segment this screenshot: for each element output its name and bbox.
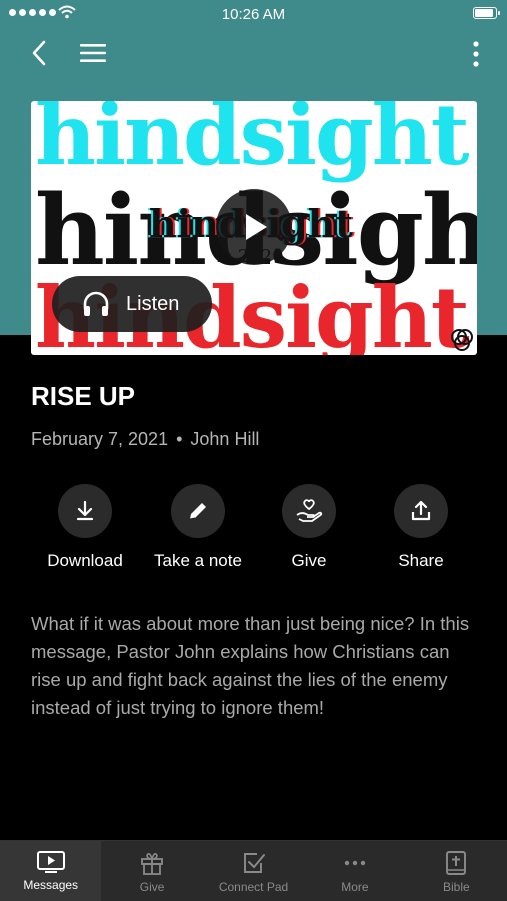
status-time: 10:26 AM xyxy=(221,6,286,23)
listen-label: Listen xyxy=(126,292,180,315)
tab-give-label: Give xyxy=(139,880,165,894)
give-button[interactable]: Give xyxy=(253,484,365,571)
tab-messages[interactable]: Messages xyxy=(0,841,102,901)
message-description: What if it was about more than just bein… xyxy=(31,613,470,718)
church-logo-icon xyxy=(451,329,473,351)
message-title: RISE UP xyxy=(31,381,136,411)
headphones-icon xyxy=(83,291,109,316)
tab-give[interactable]: Give xyxy=(101,841,202,901)
listen-button[interactable]: Listen xyxy=(52,276,212,332)
take-note-button[interactable]: Take a note xyxy=(142,484,254,571)
tab-messages-label: Messages xyxy=(23,878,79,892)
share-icon xyxy=(411,500,431,521)
tab-more[interactable]: More xyxy=(304,841,405,901)
download-icon xyxy=(76,500,94,521)
take-note-label: Take a note xyxy=(154,551,242,570)
ellipsis-icon xyxy=(344,860,366,866)
tab-bible-label: Bible xyxy=(442,880,470,894)
bible-icon xyxy=(446,851,467,875)
message-meta: February 7, 2021 • John Hill xyxy=(31,429,259,450)
action-row: Download Take a note Give Share xyxy=(31,484,477,574)
download-circle xyxy=(58,484,112,538)
status-bar: 10:26 AM xyxy=(0,0,507,28)
share-button[interactable]: Share xyxy=(365,484,477,571)
video-screen-icon xyxy=(36,851,65,873)
message-date: February 7, 2021 xyxy=(31,429,169,449)
bottom-tab-bar: Messages Give Connect Pad More Bible xyxy=(0,840,507,901)
give-circle xyxy=(282,484,336,538)
hamburger-menu-icon[interactable] xyxy=(78,41,108,65)
tab-connect-pad-label: Connect Pad xyxy=(218,880,289,894)
top-nav xyxy=(0,36,507,70)
checkbox-icon xyxy=(243,853,265,873)
gift-icon xyxy=(141,853,164,875)
meta-separator: • xyxy=(176,429,183,449)
take-note-circle xyxy=(171,484,225,538)
tab-more-label: More xyxy=(341,880,369,894)
tab-bible[interactable]: Bible xyxy=(406,841,507,901)
battery-icon xyxy=(473,7,500,19)
message-speaker: John Hill xyxy=(190,429,260,449)
share-circle xyxy=(394,484,448,538)
play-button[interactable] xyxy=(216,189,292,265)
share-label: Share xyxy=(398,551,444,570)
pencil-icon xyxy=(189,503,206,520)
artwork-word-cyan: hindsight xyxy=(35,101,470,184)
give-label: Give xyxy=(291,551,327,570)
sermon-artwork: hindsight hindsight hindsight hindsight … xyxy=(31,101,477,355)
download-label: Download xyxy=(47,551,123,570)
give-hand-heart-icon xyxy=(296,499,323,522)
back-arrow-icon[interactable] xyxy=(26,38,54,68)
more-options-icon[interactable] xyxy=(471,39,481,69)
tab-connect-pad[interactable]: Connect Pad xyxy=(203,841,304,901)
play-icon xyxy=(246,214,267,240)
download-button[interactable]: Download xyxy=(29,484,141,571)
